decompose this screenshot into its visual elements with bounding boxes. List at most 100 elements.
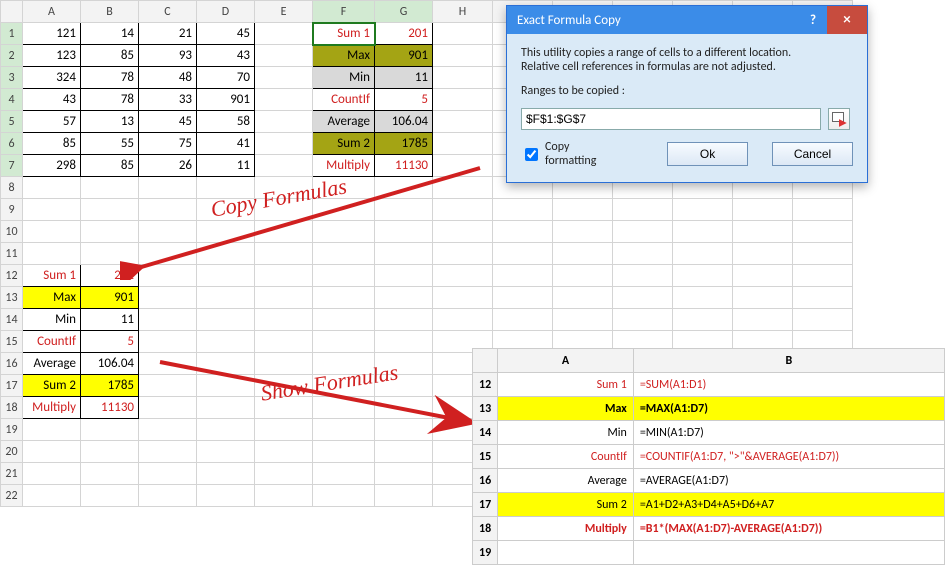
cell[interactable]: 123 bbox=[23, 45, 81, 67]
cell[interactable] bbox=[375, 375, 433, 397]
ftab-rowhdr[interactable]: 15 bbox=[473, 445, 498, 469]
row-hdr-14[interactable]: 14 bbox=[1, 309, 23, 331]
dialog-titlebar[interactable]: Exact Formula Copy ? × bbox=[507, 6, 867, 34]
cell[interactable] bbox=[613, 309, 673, 331]
ftab-rowhdr[interactable]: 12 bbox=[473, 373, 498, 397]
cell[interactable] bbox=[375, 309, 433, 331]
cell[interactable] bbox=[733, 265, 793, 287]
cell[interactable]: 85 bbox=[81, 155, 139, 177]
cell[interactable] bbox=[493, 243, 553, 265]
row-hdr-2[interactable]: 2 bbox=[1, 45, 23, 67]
cell[interactable]: 70 bbox=[197, 67, 255, 89]
cell[interactable]: 106.04 bbox=[375, 111, 433, 133]
cell[interactable] bbox=[313, 485, 375, 507]
cell[interactable]: Min bbox=[23, 309, 81, 331]
cell[interactable] bbox=[433, 45, 493, 67]
cell[interactable] bbox=[255, 485, 313, 507]
cell[interactable]: 11 bbox=[375, 67, 433, 89]
cell[interactable] bbox=[255, 199, 313, 221]
cell[interactable]: 11130 bbox=[81, 397, 139, 419]
cell[interactable]: 298 bbox=[23, 155, 81, 177]
cell[interactable] bbox=[375, 265, 433, 287]
cell[interactable] bbox=[553, 309, 613, 331]
row-hdr-16[interactable]: 16 bbox=[1, 353, 23, 375]
cell[interactable] bbox=[433, 67, 493, 89]
cell[interactable]: 1785 bbox=[81, 375, 139, 397]
ftab-rowhdr[interactable]: 19 bbox=[473, 541, 498, 565]
cell[interactable] bbox=[23, 177, 81, 199]
cell[interactable] bbox=[375, 199, 433, 221]
cell[interactable] bbox=[197, 397, 255, 419]
cell[interactable] bbox=[613, 243, 673, 265]
cell[interactable] bbox=[673, 309, 733, 331]
cell[interactable] bbox=[139, 287, 197, 309]
cell[interactable] bbox=[493, 265, 553, 287]
ftab-label[interactable]: Sum 2 bbox=[498, 493, 634, 517]
cell[interactable] bbox=[733, 243, 793, 265]
cell[interactable]: 41 bbox=[197, 133, 255, 155]
cell[interactable] bbox=[81, 441, 139, 463]
ftab-rowhdr[interactable]: 17 bbox=[473, 493, 498, 517]
ftab-rowhdr[interactable]: 18 bbox=[473, 517, 498, 541]
row-hdr-18[interactable]: 18 bbox=[1, 397, 23, 419]
cell[interactable]: Sum 2 bbox=[313, 133, 375, 155]
col-hdr-e[interactable]: E bbox=[255, 1, 313, 23]
copy-formatting-input[interactable] bbox=[525, 148, 538, 161]
cell[interactable] bbox=[498, 541, 634, 565]
cell[interactable] bbox=[23, 419, 81, 441]
ftab-label[interactable]: Multiply bbox=[498, 517, 634, 541]
cell[interactable] bbox=[493, 309, 553, 331]
ftab-label[interactable]: Average bbox=[498, 469, 634, 493]
cell[interactable] bbox=[375, 485, 433, 507]
cell[interactable] bbox=[139, 221, 197, 243]
cell[interactable] bbox=[673, 287, 733, 309]
cell[interactable]: 85 bbox=[81, 45, 139, 67]
cell[interactable] bbox=[553, 221, 613, 243]
row-hdr-6[interactable]: 6 bbox=[1, 133, 23, 155]
cell[interactable]: 121 bbox=[23, 23, 81, 45]
cell[interactable] bbox=[613, 199, 673, 221]
ftab-label[interactable]: Min bbox=[498, 421, 634, 445]
cell[interactable] bbox=[793, 221, 853, 243]
cell[interactable] bbox=[255, 177, 313, 199]
cell[interactable]: 901 bbox=[197, 89, 255, 111]
ftab-col-a[interactable]: A bbox=[498, 349, 634, 373]
cell[interactable]: 1785 bbox=[375, 133, 433, 155]
cell[interactable] bbox=[81, 199, 139, 221]
cell[interactable]: Average bbox=[23, 353, 81, 375]
cell[interactable] bbox=[81, 177, 139, 199]
ftab-formula[interactable]: =MAX(A1:D7) bbox=[633, 397, 944, 421]
cell[interactable]: 11130 bbox=[375, 155, 433, 177]
cell[interactable] bbox=[255, 111, 313, 133]
cell[interactable] bbox=[633, 541, 944, 565]
cell[interactable]: 324 bbox=[23, 67, 81, 89]
cell[interactable] bbox=[81, 221, 139, 243]
cell[interactable] bbox=[255, 287, 313, 309]
cell[interactable]: 43 bbox=[197, 45, 255, 67]
ftab-rowhdr[interactable]: 13 bbox=[473, 397, 498, 421]
ftab-col-b[interactable]: B bbox=[633, 349, 944, 373]
cell[interactable]: Min bbox=[313, 67, 375, 89]
cell[interactable] bbox=[139, 397, 197, 419]
col-hdr-d[interactable]: D bbox=[197, 1, 255, 23]
row-hdr-21[interactable]: 21 bbox=[1, 463, 23, 485]
row-hdr-19[interactable]: 19 bbox=[1, 419, 23, 441]
cell[interactable] bbox=[553, 243, 613, 265]
cell[interactable]: 45 bbox=[139, 111, 197, 133]
cell[interactable] bbox=[375, 331, 433, 353]
cell[interactable] bbox=[375, 353, 433, 375]
cell[interactable]: 5 bbox=[375, 89, 433, 111]
cell[interactable] bbox=[733, 287, 793, 309]
cell[interactable]: CountIf bbox=[23, 331, 81, 353]
cell[interactable] bbox=[139, 419, 197, 441]
cell[interactable]: 57 bbox=[23, 111, 81, 133]
ftab-formula[interactable]: =A1+D2+A3+D4+A5+D6+A7 bbox=[633, 493, 944, 517]
cell[interactable] bbox=[313, 309, 375, 331]
cell[interactable]: 78 bbox=[81, 89, 139, 111]
cell[interactable] bbox=[197, 375, 255, 397]
cell[interactable] bbox=[313, 397, 375, 419]
cell[interactable] bbox=[255, 67, 313, 89]
cell[interactable]: 33 bbox=[139, 89, 197, 111]
row-hdr-11[interactable]: 11 bbox=[1, 243, 23, 265]
cell[interactable] bbox=[23, 199, 81, 221]
